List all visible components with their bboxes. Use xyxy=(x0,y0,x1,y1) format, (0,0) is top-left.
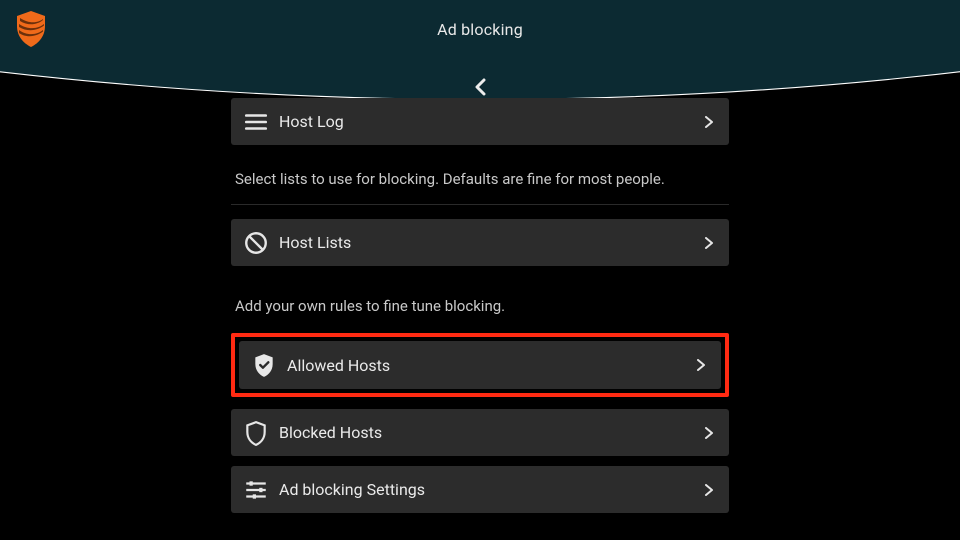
chevron-right-icon xyxy=(695,359,707,371)
row-allowed-hosts[interactable]: Allowed Hosts xyxy=(239,341,721,389)
highlight-box: Allowed Hosts xyxy=(231,333,729,397)
blocklist-icon xyxy=(243,230,269,256)
shield-outline-icon xyxy=(243,420,269,446)
shield-check-icon xyxy=(251,352,277,378)
row-label: Blocked Hosts xyxy=(279,423,382,442)
row-label: Allowed Hosts xyxy=(287,356,390,375)
screen: Ad blocking Host Log Select lists to use… xyxy=(0,0,960,540)
chevron-right-icon xyxy=(703,427,715,439)
row-host-lists[interactable]: Host Lists xyxy=(231,219,729,266)
sliders-icon xyxy=(243,477,269,503)
row-label: Host Log xyxy=(279,112,344,131)
row-ad-blocking-settings[interactable]: Ad blocking Settings xyxy=(231,466,729,513)
page-title: Ad blocking xyxy=(0,20,960,39)
row-label: Ad blocking Settings xyxy=(279,480,425,499)
content-list: Host Log Select lists to use for blockin… xyxy=(231,98,729,523)
hamburger-icon xyxy=(243,109,269,135)
back-icon[interactable] xyxy=(472,78,490,96)
chevron-right-icon xyxy=(703,116,715,128)
chevron-right-icon xyxy=(703,484,715,496)
chevron-right-icon xyxy=(703,237,715,249)
row-blocked-hosts[interactable]: Blocked Hosts xyxy=(231,409,729,456)
row-label: Host Lists xyxy=(279,233,351,252)
top-bar: Ad blocking xyxy=(0,0,960,74)
row-host-log[interactable]: Host Log xyxy=(231,98,729,145)
help-text-lists: Select lists to use for blocking. Defaul… xyxy=(231,161,729,205)
help-text-rules: Add your own rules to fine tune blocking… xyxy=(231,288,729,323)
